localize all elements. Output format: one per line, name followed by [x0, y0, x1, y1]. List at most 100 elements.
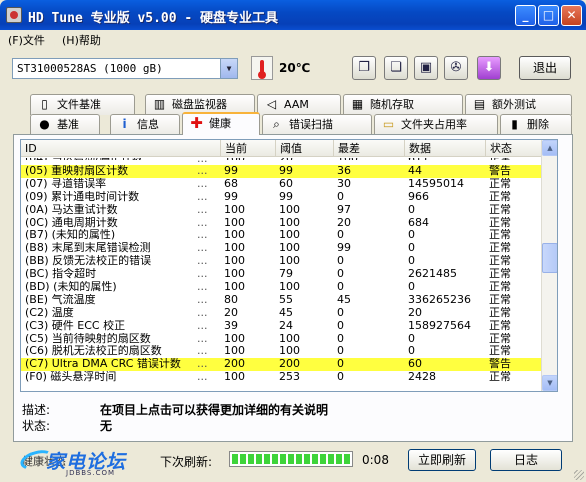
column-status[interactable]: 状态: [486, 140, 543, 157]
cell-status: 正常: [489, 177, 511, 190]
table-row[interactable]: (05) 重映射扇区计数 99 99 36 44 警告...: [21, 164, 557, 178]
cell-data: 611: [408, 158, 486, 160]
column-id[interactable]: ID: [21, 140, 221, 157]
cell-thr: 100: [279, 216, 300, 229]
cell-id: (C3) 硬件 ECC 校正: [25, 319, 126, 332]
scroll-down-icon[interactable]: ▼: [542, 375, 557, 391]
table-row[interactable]: (C2) 温度 20 45 0 20 正常...: [21, 305, 557, 320]
cell-data: 158927564: [408, 319, 471, 332]
cell-worst: 36: [337, 165, 351, 177]
tab-health[interactable]: ✚ 健康: [182, 112, 260, 135]
copy-screenshot-button[interactable]: ❏: [384, 56, 408, 80]
table-row[interactable]: (BE) 气流温度 80 55 45 336265236 正常...: [21, 292, 557, 307]
cell-data: 20: [408, 306, 422, 319]
cell-id: (04) 马达启动/停止计数: [25, 158, 221, 160]
health-panel: ID 当前 阈值 最差 数据 状态 (04) 马达启动/停止计数10020100…: [13, 134, 573, 442]
cell-id: (0C) 通电周期计数: [25, 216, 118, 229]
title-bar: HD Tune 专业版 v5.00 - 硬盘专业工具 _ □ ✕: [0, 0, 586, 30]
cell-cur: 99: [224, 190, 238, 203]
column-threshold[interactable]: 阈值: [276, 140, 334, 157]
row-ellipsis: ...: [197, 305, 208, 319]
tab-benchmark[interactable]: ● 基准: [30, 114, 100, 135]
table-row[interactable]: (BC) 指令超时 100 79 0 2621485 正常...: [21, 267, 557, 281]
scroll-up-icon[interactable]: ▲: [542, 140, 557, 156]
row-ellipsis: ...: [197, 292, 208, 306]
row-ellipsis: ...: [197, 318, 208, 332]
log-button[interactable]: 日志: [490, 449, 562, 471]
tab-erase[interactable]: ▮ 删除: [500, 114, 572, 135]
cell-status: 正常: [489, 268, 511, 281]
table-row[interactable]: (B7) (未知的属性) 100 100 0 0 正常...: [21, 229, 557, 242]
maximize-button[interactable]: □: [538, 5, 559, 26]
cell-status: 正常: [489, 332, 511, 345]
tab-error-scan[interactable]: ⌕ 错误扫描: [262, 114, 372, 135]
scroll-thumb[interactable]: [542, 243, 557, 273]
tab-info[interactable]: i 信息: [110, 114, 180, 135]
cell-id: (BE) 气流温度: [25, 293, 96, 306]
table-row[interactable]: (B8) 末尾到末尾错误检测 100 100 99 0 正常...: [21, 241, 557, 255]
table-row[interactable]: (C3) 硬件 ECC 校正 39 24 0 158927564 正常...: [21, 318, 557, 333]
column-current[interactable]: 当前: [221, 140, 276, 157]
cell-worst: 99: [337, 242, 351, 255]
exit-button[interactable]: 退出: [519, 56, 571, 80]
table-row[interactable]: (0A) 马达重试计数 100 100 97 0 正常...: [21, 203, 557, 217]
save-button[interactable]: ▣: [414, 56, 438, 80]
table-row[interactable]: (C6) 脱机无法校正的扇区数 100 100 0 0 正常...: [21, 345, 557, 358]
cell-data: 44: [408, 165, 422, 177]
table-row[interactable]: (BD) (未知的属性) 100 100 0 0 正常...: [21, 280, 557, 294]
cell-cur: 100: [224, 203, 245, 216]
cell-thr: 24: [279, 319, 293, 332]
floppy-icon: ▣: [419, 60, 433, 75]
copy-text-button[interactable]: ❐: [352, 56, 376, 80]
download-button[interactable]: ⬇: [477, 56, 501, 80]
cell-cur: 68: [224, 177, 238, 190]
menu-help[interactable]: (H)帮助: [62, 32, 101, 48]
grid-icon: ▦: [351, 97, 364, 111]
cell-cur: 100: [224, 216, 245, 229]
table-row[interactable]: (07) 寻道错误率 68 60 30 14595014 正常...: [21, 177, 557, 191]
table-row[interactable]: (C5) 当前待映射的扇区数 100 100 0 0 正常...: [21, 332, 557, 346]
tab-aam[interactable]: ◁ AAM: [257, 94, 341, 115]
table-row[interactable]: (F0) 磁头悬浮时间 100 253 0 2428 正常...: [21, 370, 557, 384]
close-button[interactable]: ✕: [561, 5, 582, 26]
table-row[interactable]: (09) 累计通电时间计数 99 99 0 966 正常...: [21, 190, 557, 204]
row-ellipsis: ...: [197, 370, 208, 384]
column-worst[interactable]: 最差: [334, 140, 405, 157]
cell-worst: 0: [337, 358, 344, 371]
options-button[interactable]: ✇: [444, 56, 468, 80]
table-row[interactable]: (04) 马达启动/停止计数10020100611正常...: [21, 158, 557, 165]
menu-file[interactable]: (F)文件: [8, 32, 45, 48]
cell-worst: 30: [337, 177, 351, 190]
cell-cur: 99: [224, 165, 238, 177]
cell-thr: 100: [279, 345, 300, 358]
resize-grip-icon[interactable]: [574, 470, 584, 480]
drive-select[interactable]: ST31000528AS (1000 gB) ▼: [12, 58, 238, 79]
cell-thr: 99: [279, 190, 293, 203]
minimize-button[interactable]: _: [515, 5, 536, 26]
refresh-now-button[interactable]: 立即刷新: [408, 449, 476, 471]
column-data[interactable]: 数据: [405, 140, 486, 157]
cell-id: (BB) 反馈无法校正的错误: [25, 255, 152, 268]
tab-folder-usage[interactable]: ▭ 文件夹占用率: [374, 114, 498, 135]
chevron-down-icon[interactable]: ▼: [220, 59, 237, 78]
cell-thr: 100: [279, 281, 300, 294]
tab-file-benchmark[interactable]: ▯ 文件基准: [30, 94, 135, 115]
cell-thr: 45: [279, 306, 293, 319]
table-row[interactable]: (C7) Ultra DMA CRC 错误计数 200 200 0 60 警告...: [21, 357, 557, 372]
lightbulb-icon: ●: [39, 117, 50, 131]
cell-data: 0: [408, 345, 415, 358]
cell-id: (BD) (未知的属性): [25, 281, 117, 294]
tab-random-access[interactable]: ▦ 随机存取: [343, 94, 463, 115]
cell-data: 684: [408, 216, 429, 229]
row-ellipsis: ...: [197, 164, 208, 177]
table-row[interactable]: (0C) 通电周期计数 100 100 20 684 正常...: [21, 216, 557, 230]
tab-extra-tests[interactable]: ▤ 额外测试: [465, 94, 572, 115]
info-icon: i: [122, 117, 127, 131]
window-title: HD Tune 专业版 v5.00 - 硬盘专业工具: [28, 11, 279, 26]
table-row[interactable]: (BB) 反馈无法校正的错误 100 100 0 0 正常...: [21, 254, 557, 268]
cell-status: 正常: [489, 242, 511, 255]
chart-icon: ▥: [153, 97, 166, 111]
cell-data: 2428: [408, 371, 436, 384]
smart-table[interactable]: ID 当前 阈值 最差 数据 状态 (04) 马达启动/停止计数10020100…: [20, 139, 558, 392]
vertical-scrollbar[interactable]: ▲ ▼: [541, 140, 557, 391]
